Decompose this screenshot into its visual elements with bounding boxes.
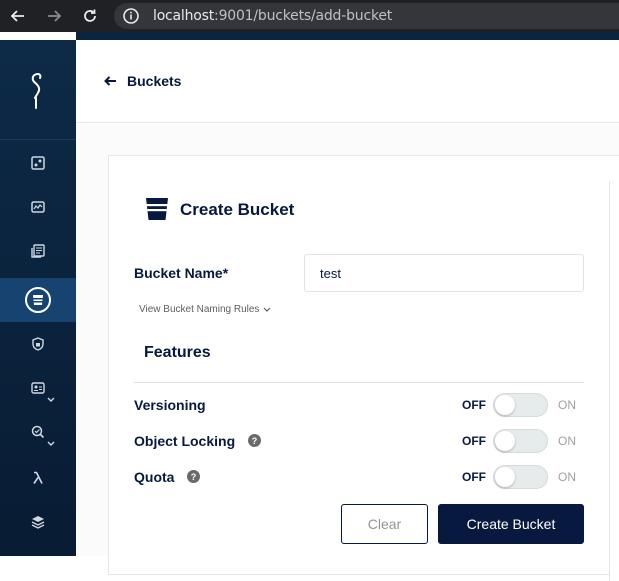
browser-toolbar: localhost:9001/buckets/add-bucket	[0, 0, 619, 32]
toggle-knob	[495, 467, 515, 487]
policies-icon	[32, 337, 44, 351]
bucket-name-label: Bucket Name*	[134, 265, 229, 281]
tiers-icon	[31, 516, 45, 529]
monitoring-icon	[31, 201, 45, 213]
back-to-buckets-link[interactable]: Buckets	[104, 73, 181, 89]
sidebar-item-access[interactable]	[0, 410, 76, 454]
forward-arrow-icon[interactable]	[44, 6, 64, 26]
dashboard-icon	[31, 156, 45, 170]
sidebar-item-identity[interactable]	[0, 366, 76, 410]
arrow-left-icon	[104, 76, 116, 86]
quota-toggle[interactable]	[493, 465, 548, 489]
chevron-down-icon	[47, 441, 55, 446]
buckets-icon	[25, 287, 51, 313]
sidebar-item-logs[interactable]	[0, 229, 76, 273]
create-bucket-button[interactable]: Create Bucket	[438, 504, 584, 544]
features-heading: Features	[144, 344, 211, 361]
help-icon[interactable]: ?	[248, 434, 261, 447]
reload-icon[interactable]	[80, 6, 100, 26]
back-arrow-icon[interactable]	[8, 6, 28, 26]
quota-label: Quota	[134, 469, 175, 485]
url-path: :9001/buckets/add-bucket	[214, 8, 393, 24]
versioning-label: Versioning	[134, 397, 206, 413]
sidebar-item-monitoring[interactable]	[0, 185, 76, 229]
clear-button[interactable]: Clear	[341, 504, 428, 544]
toggle-knob	[495, 431, 515, 451]
naming-rules-label: View Bucket Naming Rules	[139, 304, 260, 315]
identity-icon	[31, 382, 45, 394]
info-side-panel	[609, 181, 619, 581]
page-title: Create Bucket	[180, 200, 295, 219]
sidebar-item-tiers[interactable]	[0, 500, 76, 544]
bucket-name-input[interactable]	[304, 254, 584, 292]
object-locking-on-label: ON	[558, 434, 576, 448]
access-icon	[31, 425, 45, 439]
chevron-down-icon	[264, 307, 271, 312]
toggle-knob	[495, 395, 515, 415]
minio-logo[interactable]	[0, 40, 76, 140]
sidebar-item-policies[interactable]	[0, 322, 76, 366]
flamingo-logo-icon	[31, 73, 42, 109]
features-divider	[134, 382, 584, 383]
help-icon[interactable]: ?	[187, 470, 200, 483]
view-naming-rules-link[interactable]: View Bucket Naming Rules	[139, 304, 271, 315]
chevron-down-icon	[47, 397, 55, 402]
bucket-icon	[146, 198, 168, 220]
object-locking-off-label: OFF	[462, 434, 486, 448]
sidebar-item-lambda[interactable]	[0, 456, 76, 500]
logs-icon	[31, 244, 45, 258]
versioning-toggle[interactable]	[493, 393, 548, 417]
sidebar-item-dashboard[interactable]	[0, 141, 76, 185]
quota-on-label: ON	[558, 470, 576, 484]
url-host: localhost	[153, 8, 215, 24]
versioning-on-label: ON	[558, 398, 576, 412]
versioning-off-label: OFF	[462, 398, 486, 412]
top-strip	[76, 32, 619, 40]
sidebar-item-buckets[interactable]	[0, 278, 76, 322]
lambda-icon	[33, 471, 43, 484]
object-locking-toggle[interactable]	[493, 429, 548, 453]
svg-text:?: ?	[252, 436, 258, 446]
site-info-icon[interactable]	[121, 6, 141, 26]
back-label: Buckets	[127, 73, 182, 89]
url-text[interactable]: localhost:9001/buckets/add-bucket	[153, 8, 392, 24]
quota-off-label: OFF	[462, 470, 486, 484]
object-locking-label: Object Locking	[134, 433, 236, 449]
svg-text:?: ?	[191, 472, 197, 482]
sidebar	[0, 40, 76, 556]
